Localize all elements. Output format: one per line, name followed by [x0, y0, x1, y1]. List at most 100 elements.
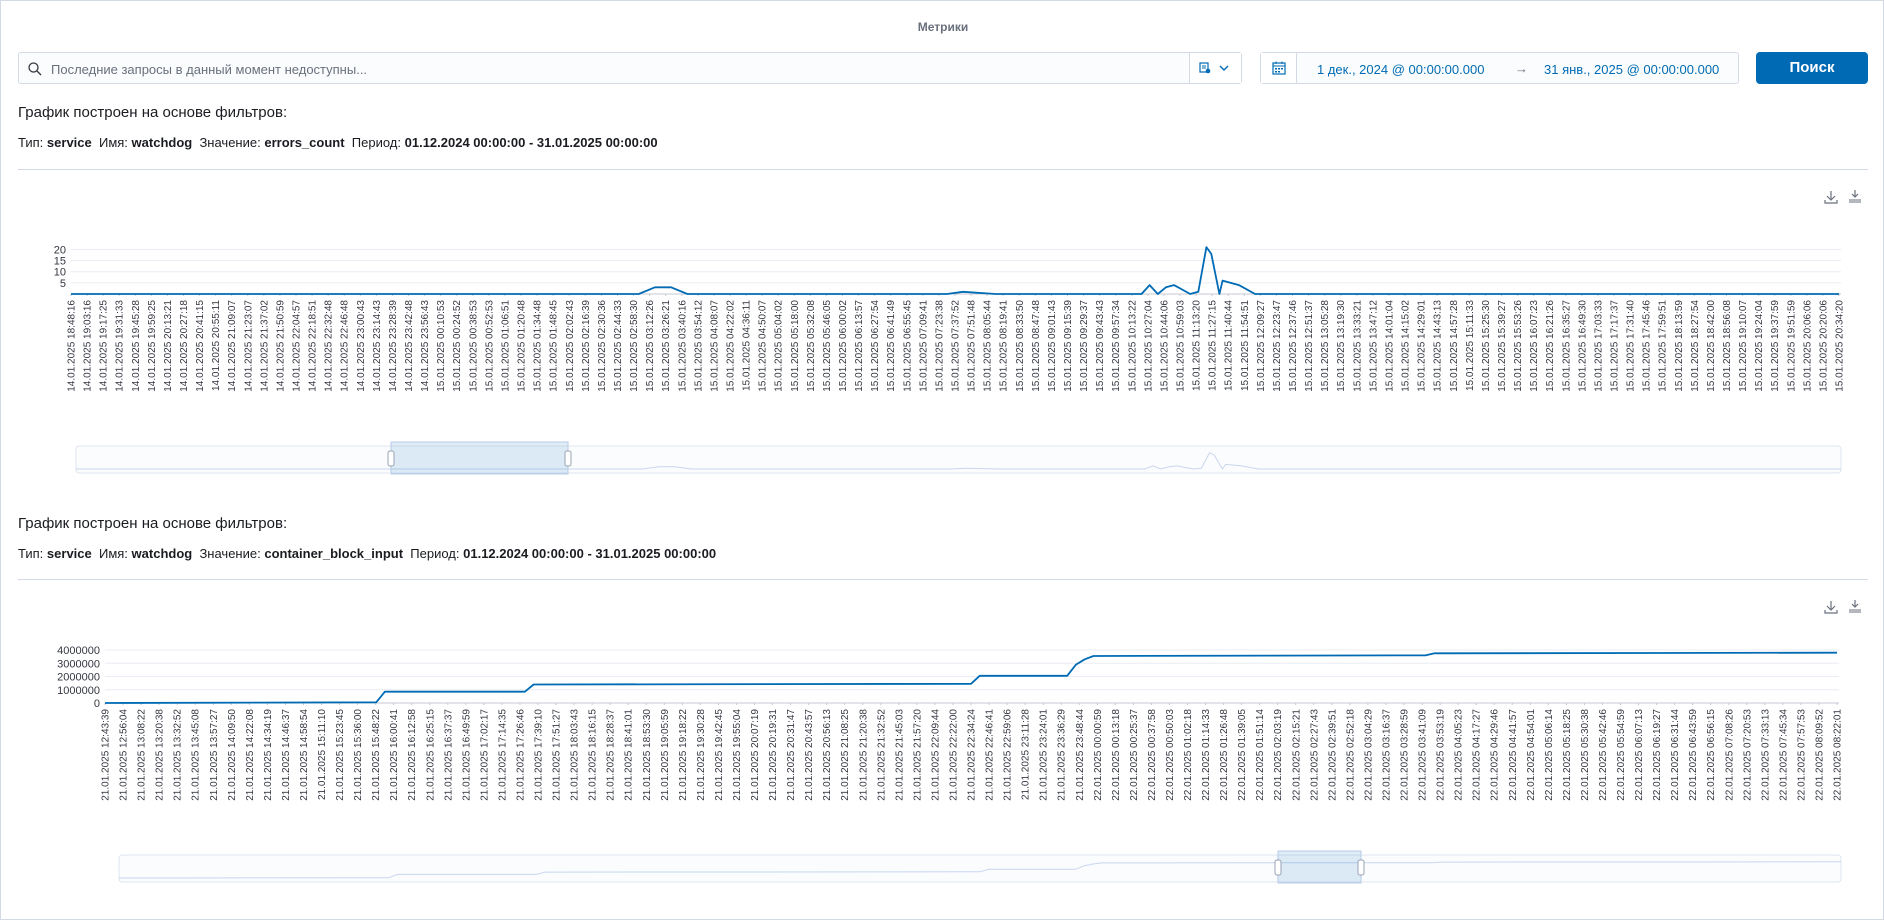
y-tick-label: 4000000 [57, 645, 100, 657]
x-tick-label: 15.01.2025 20:06:06 [1802, 300, 1813, 392]
x-tick-label: 22.01.2025 06:19:27 [1652, 709, 1663, 801]
x-tick-label: 14.01.2025 23:56:43 [420, 300, 431, 392]
x-tick-label: 14.01.2025 19:59:25 [147, 300, 158, 392]
chart-2-filters: Тип: service Имя: watchdog Значение: con… [18, 546, 716, 561]
x-tick-label: 21.01.2025 19:30:28 [696, 709, 707, 801]
x-tick-label: 15.01.2025 12:37:46 [1288, 300, 1299, 392]
y-tick-label: 1000000 [57, 685, 100, 697]
x-tick-label: 15.01.2025 08:47:48 [1031, 300, 1042, 392]
x-tick-label: 15.01.2025 15:25:30 [1481, 300, 1492, 392]
x-tick-label: 15.01.2025 16:49:30 [1577, 300, 1588, 392]
x-tick-label: 14.01.2025 21:09:07 [227, 300, 238, 392]
x-tick-label: 15.01.2025 03:26:21 [661, 300, 672, 392]
x-tick-label: 22.01.2025 02:27:43 [1309, 709, 1320, 801]
x-tick-label: 15.01.2025 14:15:02 [1401, 300, 1412, 392]
x-tick-label: 21.01.2025 18:41:01 [624, 709, 635, 801]
x-tick-label: 21.01.2025 18:03:43 [570, 709, 581, 801]
x-tick-label: 21.01.2025 14:22:08 [245, 709, 256, 801]
date-start[interactable]: 1 дек., 2024 @ 00:00:00.000 [1317, 62, 1484, 77]
x-tick-label: 22.01.2025 00:37:58 [1147, 709, 1158, 801]
x-tick-label: 14.01.2025 22:18:51 [308, 300, 319, 392]
filter-type-value: service [46, 135, 92, 150]
x-tick-label: 15.01.2025 13:33:21 [1352, 300, 1363, 392]
filter-type-label: Тип: [18, 546, 44, 561]
x-tick-label: 15.01.2025 14:01:04 [1384, 300, 1395, 392]
x-tick-label: 21.01.2025 13:20:38 [155, 709, 166, 801]
search-input[interactable]: Последние запросы в данный момент недост… [51, 62, 367, 77]
saved-query-icon [1199, 62, 1211, 74]
x-tick-label: 21.01.2025 13:57:27 [209, 709, 220, 801]
x-tick-label: 15.01.2025 17:03:33 [1593, 300, 1604, 392]
search-icon [28, 62, 42, 76]
x-tick-label: 21.01.2025 14:34:19 [263, 709, 274, 801]
calendar-button[interactable] [1261, 53, 1297, 83]
y-tick-label: 0 [94, 698, 100, 710]
x-tick-label: 15.01.2025 01:20:48 [517, 300, 528, 392]
date-range-picker[interactable]: 1 дек., 2024 @ 00:00:00.000 → 31 янв., 2… [1260, 52, 1739, 84]
x-tick-label: 21.01.2025 14:46:37 [281, 709, 292, 801]
x-tick-label: 15.01.2025 02:16:39 [581, 300, 592, 392]
x-tick-label: 15.01.2025 05:18:00 [790, 300, 801, 392]
x-tick-label: 15.01.2025 04:36:11 [742, 300, 753, 391]
filter-name-label: Имя: [98, 546, 128, 561]
x-tick-label: 15.01.2025 15:53:26 [1513, 300, 1524, 392]
x-tick-label: 21.01.2025 13:08:22 [137, 709, 148, 801]
x-tick-label: 21.01.2025 15:48:22 [371, 709, 382, 801]
x-tick-label: 21.01.2025 18:16:15 [588, 709, 599, 801]
search-button[interactable]: Поиск [1756, 52, 1868, 84]
filter-value-value: container_block_input [264, 546, 404, 561]
x-tick-label: 14.01.2025 19:17:25 [99, 300, 110, 392]
x-tick-label: 22.01.2025 03:04:29 [1363, 709, 1374, 801]
x-tick-label: 15.01.2025 07:23:38 [934, 300, 945, 392]
x-tick-label: 15.01.2025 06:00:02 [838, 300, 849, 392]
download-icon[interactable] [1823, 189, 1839, 205]
filter-period-value: 01.12.2024 00:00:00 - 31.01.2025 00:00:0… [463, 546, 717, 561]
x-tick-label: 22.01.2025 02:39:51 [1327, 709, 1338, 801]
x-tick-label: 21.01.2025 13:45:08 [191, 709, 202, 801]
download-alt-icon[interactable] [1847, 599, 1863, 615]
filter-name-value: watchdog [131, 135, 193, 150]
divider [18, 169, 1868, 170]
x-tick-label: 15.01.2025 03:40:16 [677, 300, 688, 392]
x-tick-label: 21.01.2025 14:58:54 [299, 709, 310, 801]
x-tick-label: 14.01.2025 20:13:21 [163, 300, 174, 392]
chart-2-heading: График построен на основе фильтров: [18, 515, 288, 532]
x-tick-label: 21.01.2025 22:59:06 [1003, 709, 1014, 801]
x-tick-label: 22.01.2025 04:05:23 [1454, 709, 1465, 801]
x-tick-label: 22.01.2025 01:51:14 [1255, 709, 1266, 801]
x-tick-label: 21.01.2025 15:11:10 [317, 709, 328, 800]
x-tick-label: 21.01.2025 23:24:01 [1039, 709, 1050, 801]
filter-period-value: 01.12.2024 00:00:00 - 31.01.2025 00:00:0… [404, 135, 658, 150]
x-tick-label: 22.01.2025 03:41:09 [1418, 709, 1429, 801]
calendar-icon [1272, 61, 1286, 75]
x-tick-label: 21.01.2025 20:43:57 [804, 709, 815, 801]
chevron-down-icon [1219, 65, 1229, 71]
x-tick-label: 22.01.2025 04:17:27 [1472, 709, 1483, 801]
x-tick-label: 15.01.2025 10:27:04 [1143, 300, 1154, 392]
filter-name-label: Имя: [98, 135, 128, 150]
x-tick-label: 15.01.2025 19:10:07 [1738, 300, 1749, 392]
x-tick-label: 21.01.2025 15:36:00 [353, 709, 364, 801]
query-menu-button[interactable] [1189, 53, 1241, 83]
app-frame: Метрики Последние запросы в данный момен… [0, 0, 1884, 920]
x-tick-label: 14.01.2025 22:04:57 [292, 300, 303, 392]
x-tick-label: 21.01.2025 18:53:30 [642, 709, 653, 801]
x-tick-label: 22.01.2025 07:20:53 [1742, 709, 1753, 801]
download-icon[interactable] [1823, 599, 1839, 615]
x-tick-label: 15.01.2025 13:47:12 [1368, 300, 1379, 392]
x-tick-label: 21.01.2025 17:51:27 [552, 709, 563, 801]
search-bar[interactable]: Последние запросы в данный момент недост… [18, 52, 1242, 84]
download-alt-icon[interactable] [1847, 189, 1863, 205]
x-tick-label: 22.01.2025 06:43:59 [1688, 709, 1699, 801]
x-tick-label: 22.01.2025 03:53:19 [1436, 709, 1447, 801]
x-tick-label: 22.01.2025 03:16:37 [1381, 709, 1392, 801]
x-tick-label: 14.01.2025 19:45:28 [131, 300, 142, 392]
x-tick-label: 14.01.2025 18:48:16 [67, 300, 78, 392]
x-tick-label: 15.01.2025 01:34:48 [533, 300, 544, 392]
x-tick-label: 15.01.2025 08:33:50 [1015, 300, 1026, 392]
x-tick-label: 15.01.2025 03:54:12 [693, 300, 704, 392]
series-line [71, 246, 1839, 295]
date-end[interactable]: 31 янв., 2025 @ 00:00:00.000 [1544, 62, 1719, 77]
x-tick-label: 22.01.2025 08:09:52 [1814, 709, 1825, 801]
minimap-selection [390, 441, 569, 475]
